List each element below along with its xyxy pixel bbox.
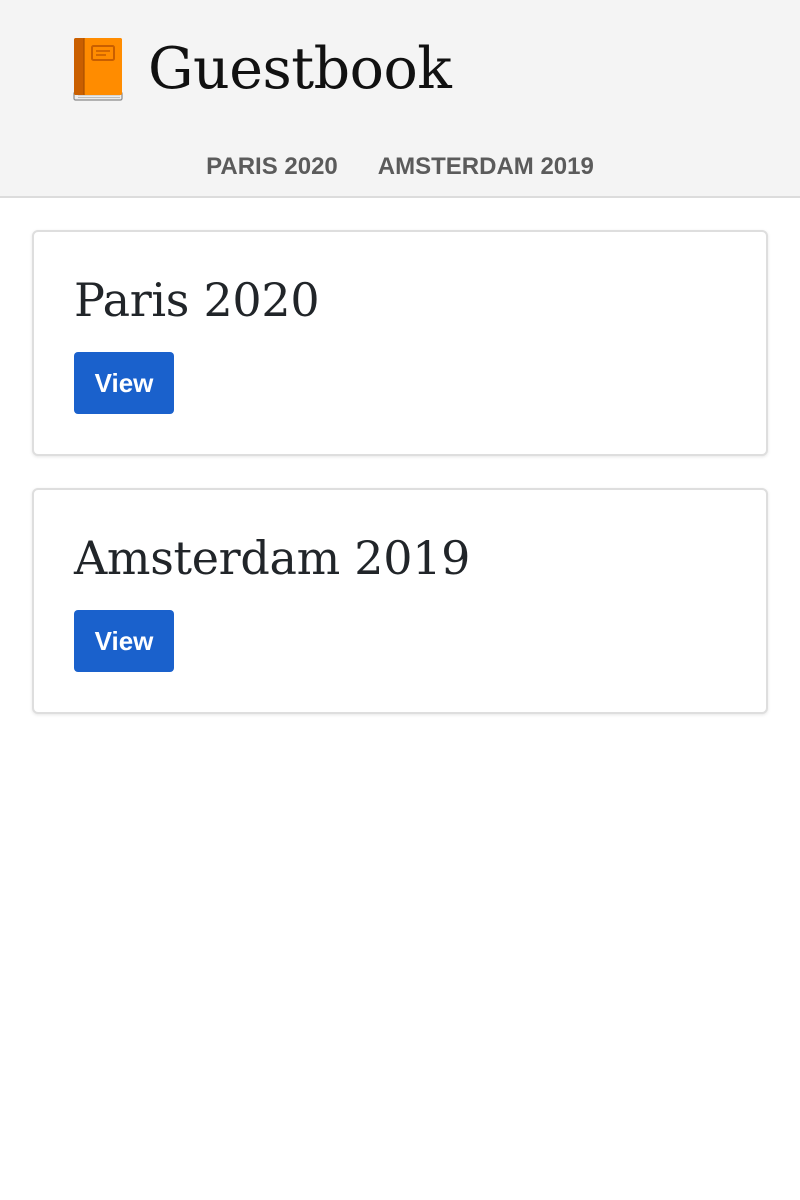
nav-link-paris-2020[interactable]: Paris 2020 (206, 150, 338, 184)
view-button[interactable]: View (74, 352, 174, 414)
trip-title: Paris 2020 (74, 273, 320, 327)
trip-card-paris-2020: Paris 2020 View (32, 230, 768, 456)
trip-title: Amsterdam 2019 (74, 531, 471, 585)
top-nav: Paris 2020 Amsterdam 2019 (0, 150, 800, 184)
view-button[interactable]: View (74, 610, 174, 672)
trip-card-amsterdam-2019: Amsterdam 2019 View (32, 488, 768, 714)
site-header: Guestbook Paris 2020 Amsterdam 2019 (0, 0, 800, 198)
brand[interactable]: Guestbook (72, 35, 452, 103)
site-title: Guestbook (148, 36, 452, 102)
orange-book-icon (73, 38, 123, 101)
trip-list: Paris 2020 View Amsterdam 2019 View (32, 230, 768, 746)
nav-link-amsterdam-2019[interactable]: Amsterdam 2019 (378, 150, 594, 184)
